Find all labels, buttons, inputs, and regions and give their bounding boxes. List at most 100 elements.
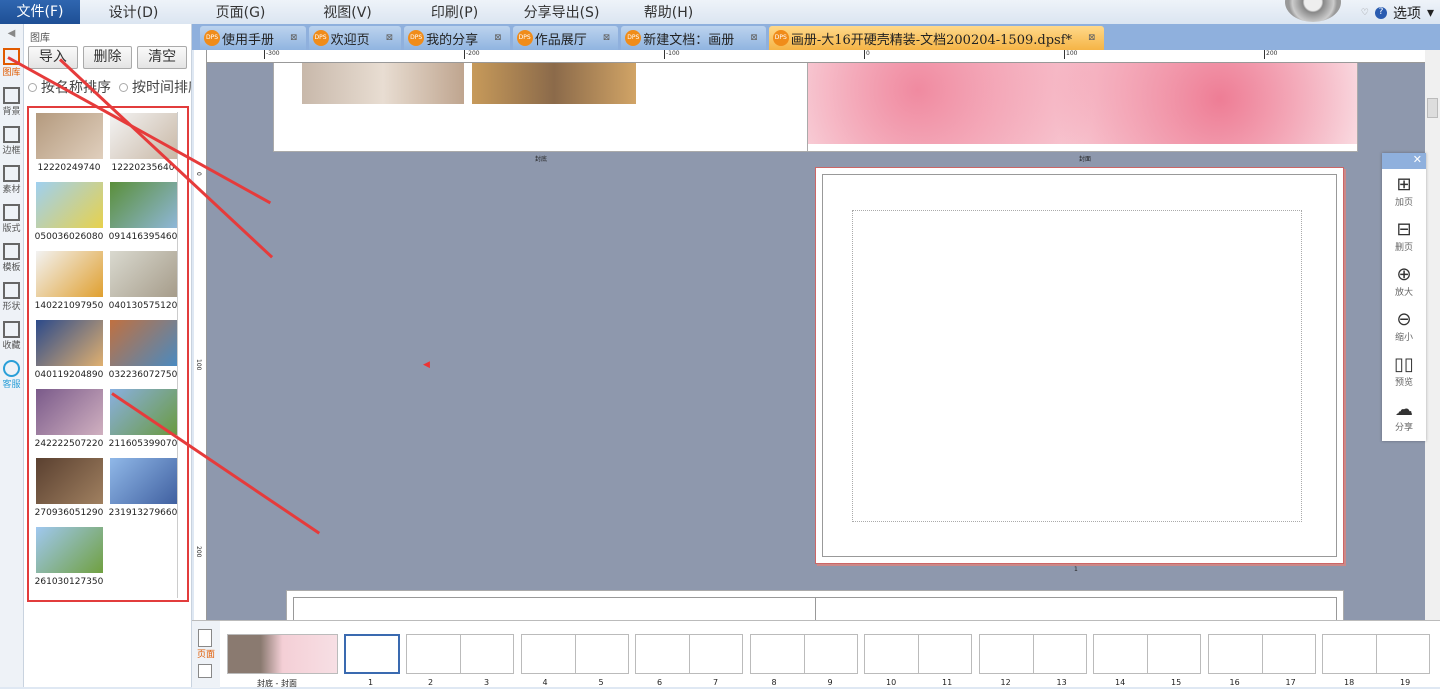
dps-logo-icon: DPS — [772, 30, 789, 46]
image-preview[interactable] — [109, 251, 177, 297]
page-number: 9 — [827, 678, 833, 687]
tab-document[interactable]: DPS 画册-大16开硬壳精装-文档200204-1509.dpsf* ⊠ — [768, 26, 1104, 50]
page-icon[interactable] — [198, 629, 212, 647]
cover-spread[interactable] — [273, 63, 1358, 152]
image-preview[interactable] — [35, 113, 103, 159]
menu-item[interactable]: 印刷(P) — [401, 2, 508, 22]
vertical-ruler: 0 100 200 — [194, 50, 207, 620]
image-thumbnail[interactable]: 261030127350 — [34, 527, 104, 593]
sidebar-item-label: 客服 — [2, 380, 21, 390]
add-page-icon: ⊞ — [1396, 174, 1412, 195]
tool-button[interactable]: ☁ 分享 — [1382, 394, 1426, 439]
tab-document[interactable]: DPS 我的分享 ⊠ — [404, 26, 510, 50]
sidebar-item[interactable]: 背景 — [0, 83, 23, 122]
menu-item[interactable]: 文件(F) — [0, 0, 80, 24]
image-thumbnail[interactable]: 032236072750 — [108, 320, 178, 386]
close-tab-icon[interactable]: ⊠ — [1088, 33, 1096, 43]
image-thumbnail[interactable]: 242222507220 — [34, 389, 104, 455]
close-tab-icon[interactable]: ⊠ — [386, 33, 394, 43]
menu-item[interactable]: 帮助(H) — [615, 2, 722, 22]
clear-button[interactable]: 清空 — [137, 46, 188, 69]
image-thumbnail[interactable]: 140221097950 — [34, 251, 104, 317]
next-spread[interactable] — [286, 590, 1344, 620]
tool-label: 加页 — [1394, 198, 1413, 208]
close-tab-icon[interactable]: ⊠ — [603, 33, 611, 43]
image-thumbnail[interactable]: 231913279660 — [108, 458, 178, 524]
image-preview[interactable] — [109, 320, 177, 366]
spread-thumbnail[interactable] — [978, 634, 1087, 674]
close-tab-icon[interactable]: ⊠ — [750, 33, 758, 43]
tool-button[interactable]: ⊟ 删页 — [1382, 214, 1426, 259]
page-number: 12 — [1000, 678, 1011, 687]
image-name: 242222507220 — [34, 439, 104, 449]
sidebar-item-label: 图库 — [2, 68, 21, 78]
close-tab-icon[interactable]: ⊠ — [290, 33, 298, 43]
help-icon[interactable]: ? — [1374, 7, 1387, 19]
icon-strip: ◀ 图库背景 边框 素材 版式 模板 形状 收藏客服 — [0, 24, 24, 687]
spread-thumbnail[interactable] — [406, 634, 514, 674]
image-preview[interactable] — [35, 182, 103, 228]
image-thumbnail[interactable]: 12220249740 — [34, 113, 104, 179]
close-tab-icon[interactable]: ⊠ — [494, 33, 502, 43]
tab-document[interactable]: DPS 作品展厅 ⊠ — [512, 26, 619, 50]
list-icon[interactable] — [198, 664, 212, 678]
image-thumbnail[interactable]: 091416395460 — [108, 182, 178, 248]
delete-button[interactable]: 删除 — [82, 46, 133, 69]
image-preview[interactable] — [109, 458, 177, 504]
page-number: 3 — [484, 678, 490, 687]
page-number: 18 — [1344, 678, 1355, 687]
flower-cover-image[interactable] — [808, 63, 1357, 144]
image-preview[interactable] — [35, 527, 103, 573]
spread-thumbnail[interactable] — [1207, 634, 1316, 674]
tool-button[interactable]: ⊕ 放大 — [1382, 259, 1426, 304]
collapse-icon[interactable]: ◀ — [0, 24, 23, 44]
image-thumbnail[interactable]: 270936051290 — [34, 458, 104, 524]
menu-item[interactable]: 设计(D) — [80, 2, 187, 22]
gallery-scrollbar[interactable] — [177, 112, 185, 598]
sidebar-item[interactable]: 形状 — [0, 278, 23, 317]
sidebar-item[interactable]: 收藏 — [0, 317, 23, 356]
spread-thumbnail[interactable] — [1093, 634, 1201, 674]
spread-thumbnail[interactable] — [520, 634, 629, 674]
sort-by-time-radio[interactable]: 按时间排序 — [119, 77, 191, 97]
sidebar-item[interactable]: 客服 — [0, 356, 23, 395]
pages-tab[interactable]: 页面 — [192, 647, 220, 660]
tab-document[interactable]: DPS 欢迎页 ⊠ — [308, 26, 402, 50]
tool-button[interactable]: ⊖ 缩小 — [1382, 304, 1426, 349]
canvas[interactable]: 封底 封面 1 ◀ — [207, 63, 1425, 620]
spread-thumbnail[interactable] — [1322, 634, 1430, 674]
spread-thumbnail[interactable] — [749, 634, 858, 674]
import-button[interactable]: 导入 — [28, 46, 78, 69]
image-thumbnail[interactable]: 040119204890 — [34, 320, 104, 386]
sidebar-item[interactable]: 模板 — [0, 239, 23, 278]
tool-button[interactable]: ⊞ 加页 — [1382, 169, 1426, 214]
photo[interactable] — [472, 63, 636, 104]
photo[interactable] — [302, 63, 464, 104]
spread-thumbnail[interactable] — [864, 634, 972, 674]
page-1[interactable] — [815, 167, 1344, 564]
image-preview[interactable] — [35, 389, 103, 435]
options-menu[interactable]: ♡? 选项 ▾ — [1361, 3, 1434, 23]
image-preview[interactable] — [35, 320, 103, 366]
menu-item[interactable]: 页面(G) — [187, 2, 294, 22]
page-thumbnail[interactable] — [344, 634, 400, 674]
menu-item[interactable]: 分享导出(S) — [508, 2, 615, 22]
tool-button[interactable]: ▯▯ 预览 — [1382, 349, 1426, 394]
sidebar-item[interactable]: 版式 — [0, 200, 23, 239]
sidebar-item[interactable]: 素材 — [0, 161, 23, 200]
image-thumbnail[interactable]: 050036026080 — [34, 182, 104, 248]
image-preview[interactable] — [109, 182, 177, 228]
vertical-scrollbar[interactable] — [1425, 50, 1440, 620]
tool-label: 删页 — [1394, 243, 1413, 253]
image-thumbnail[interactable]: 040130575120 — [108, 251, 178, 317]
tool-label: 缩小 — [1394, 333, 1413, 343]
image-preview[interactable] — [35, 458, 103, 504]
cover-thumbnail[interactable] — [227, 634, 338, 674]
spread-thumbnail[interactable] — [635, 634, 743, 674]
tab-document[interactable]: DPS 使用手册 ⊠ — [200, 26, 306, 50]
menu-item[interactable]: 视图(V) — [294, 2, 401, 22]
tab-document[interactable]: DPS 新建文档：画册 ⊠ — [621, 26, 766, 50]
image-preview[interactable] — [35, 251, 103, 297]
sidebar-item[interactable]: 边框 — [0, 122, 23, 161]
close-icon[interactable]: ✕ — [1382, 153, 1426, 169]
